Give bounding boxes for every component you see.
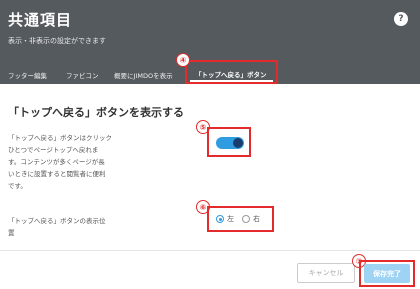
description-line: いときに設置すると閲覧者に便利 [8, 170, 106, 178]
save-highlight: 保存完了 [359, 260, 415, 287]
help-icon[interactable]: ? [394, 12, 408, 26]
position-radio-group: 左 右 [207, 206, 274, 232]
save-button[interactable]: 保存完了 [364, 264, 410, 283]
radio-left-label[interactable]: 左 [227, 214, 234, 224]
toggle-description: 「トップへ戻る」ボタンはクリック ひとつでページトップへ戻れま す。コンテンツが… [8, 132, 158, 192]
section-title: 「トップへ戻る」ボタンを表示する [8, 106, 184, 119]
position-label-line: 「トップへ戻る」ボタンの表示位 [8, 217, 106, 225]
description-line: ひとつでページトップへ戻れま [8, 146, 99, 154]
tab-back-to-top[interactable]: 「トップへ戻る」ボタン [185, 60, 278, 84]
tab-show-jimdo[interactable]: 概要にJIMDOを表示 [114, 70, 173, 80]
description-line: 「トップへ戻る」ボタンはクリック [8, 134, 112, 142]
toggle-knob [233, 138, 243, 148]
tab-back-to-top-label: 「トップへ戻る」ボタン [195, 71, 267, 79]
back-to-top-toggle[interactable] [216, 137, 244, 149]
radio-left[interactable] [216, 215, 224, 223]
description-line: です。 [8, 182, 27, 190]
toggle-highlight [207, 127, 251, 157]
active-tab-indicator [190, 80, 273, 82]
step-badge-4: ④ [176, 53, 190, 67]
radio-right[interactable] [242, 215, 250, 223]
settings-page: 共通項目 表示・非表示の設定ができます ? フッター編集 ファビコン 概要にJI… [0, 0, 420, 289]
footer-divider [0, 250, 420, 251]
radio-right-label[interactable]: 右 [253, 214, 260, 224]
page-title: 共通項目 [8, 11, 73, 29]
description-line: す。コンテンツが多くページが長 [8, 158, 105, 166]
page-subtitle: 表示・非表示の設定ができます [8, 37, 106, 45]
tab-favicon[interactable]: ファビコン [66, 70, 99, 80]
position-label: 「トップへ戻る」ボタンの表示位 置 [8, 215, 106, 239]
cancel-button[interactable]: キャンセル [297, 263, 355, 283]
tab-footer-edit[interactable]: フッター編集 [8, 70, 47, 80]
position-label-line: 置 [8, 229, 15, 237]
